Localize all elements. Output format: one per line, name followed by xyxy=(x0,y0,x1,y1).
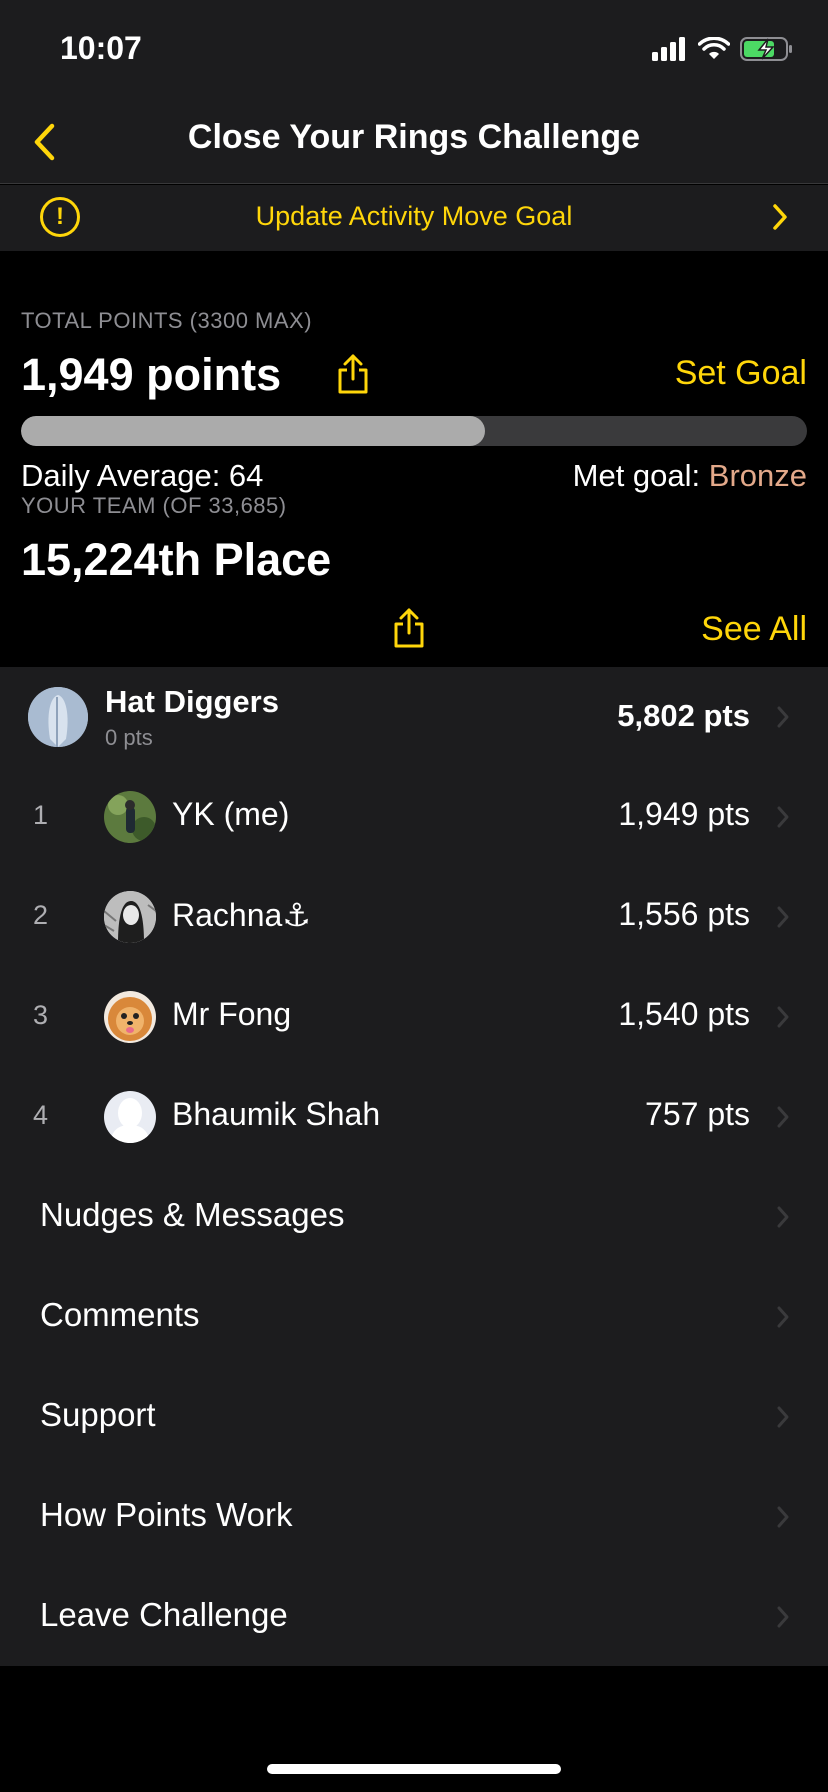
member-avatar xyxy=(104,991,156,1043)
member-rank: 4 xyxy=(33,1100,49,1130)
share-team-icon[interactable] xyxy=(392,607,426,649)
menu-item-nudges-messages[interactable]: Nudges & Messages xyxy=(0,1167,828,1267)
navigation-bar: Close Your Rings Challenge xyxy=(0,100,828,184)
menu-item-how-points-work[interactable]: How Points Work xyxy=(0,1467,828,1567)
points-progress-fill xyxy=(21,416,485,446)
menu-item-label: Nudges & Messages xyxy=(40,1196,345,1233)
menu-item-label: How Points Work xyxy=(40,1496,293,1533)
chevron-right-icon xyxy=(777,1106,789,1128)
team-row[interactable]: Hat Diggers 0 pts 5,802 pts xyxy=(0,667,828,767)
team-avatar xyxy=(28,687,88,747)
chevron-right-icon xyxy=(777,1006,789,1028)
member-row[interactable]: 2 Rachna⚓︎ 1,556 pts xyxy=(0,867,828,967)
points-section: TOTAL POINTS (3300 MAX) 1,949 points Set… xyxy=(0,251,828,667)
member-avatar-image xyxy=(104,991,156,1043)
chevron-right-icon xyxy=(777,1306,789,1328)
member-avatar-image xyxy=(104,791,156,843)
team-avatar-image xyxy=(28,687,88,747)
team-place: 15,224th Place xyxy=(21,534,332,585)
team-points: 5,802 pts xyxy=(617,698,750,733)
member-row[interactable]: 1 YK (me) 1,949 pts xyxy=(0,767,828,867)
member-avatar xyxy=(104,891,156,943)
member-avatar-image xyxy=(104,891,156,943)
see-all-button[interactable]: See All xyxy=(701,610,807,649)
member-name: Bhaumik Shah xyxy=(172,1096,381,1132)
member-row[interactable]: 4 Bhaumik Shah 757 pts xyxy=(0,1067,828,1167)
chevron-right-icon xyxy=(777,1606,789,1628)
total-points-label: TOTAL POINTS (3300 MAX) xyxy=(21,308,313,333)
member-rank: 2 xyxy=(33,900,49,930)
your-team-label: YOUR TEAM (OF 33,685) xyxy=(21,493,287,518)
member-avatar-image xyxy=(104,1091,156,1143)
member-name: Mr Fong xyxy=(172,996,292,1032)
battery-charging-icon xyxy=(740,37,792,61)
menu-item-label: Support xyxy=(40,1396,156,1433)
status-time: 10:07 xyxy=(60,30,142,66)
menu-item-comments[interactable]: Comments xyxy=(0,1267,828,1367)
menu-item-label: Comments xyxy=(40,1296,200,1333)
member-rank: 1 xyxy=(33,800,49,830)
alert-text: Update Activity Move Goal xyxy=(255,201,573,231)
chevron-right-icon xyxy=(777,1206,789,1228)
team-subtitle: 0 pts xyxy=(105,725,153,750)
menu-item-support[interactable]: Support xyxy=(0,1367,828,1467)
member-row[interactable]: 3 Mr Fong 1,540 pts xyxy=(0,967,828,1067)
status-bar: 10:07 xyxy=(0,0,828,100)
total-points-value: 1,949 points xyxy=(21,349,282,400)
team-name: Hat Diggers xyxy=(105,684,279,719)
member-avatar xyxy=(104,1091,156,1143)
share-points-icon[interactable] xyxy=(336,353,370,395)
wifi-icon xyxy=(698,37,730,59)
member-points: 1,540 pts xyxy=(618,996,750,1032)
home-indicator[interactable] xyxy=(267,1764,561,1774)
daily-average: Daily Average: 64 xyxy=(21,458,264,493)
menu-item-leave-challenge[interactable]: Leave Challenge xyxy=(0,1567,828,1667)
met-goal-label: Met goal: xyxy=(572,458,709,493)
team-list: Hat Diggers 0 pts 5,802 pts 1 YK (me) 1,… xyxy=(0,667,828,1666)
member-points: 1,556 pts xyxy=(618,896,750,932)
points-progress-bar xyxy=(21,416,807,446)
status-icons xyxy=(652,36,794,62)
met-goal-value: Bronze xyxy=(708,458,807,493)
member-rank: 3 xyxy=(33,1000,49,1030)
chevron-right-icon xyxy=(773,204,787,230)
menu-item-label: Leave Challenge xyxy=(40,1596,288,1633)
chevron-right-icon xyxy=(777,906,789,928)
member-avatar xyxy=(104,791,156,843)
member-points: 757 pts xyxy=(645,1096,750,1132)
set-goal-button[interactable]: Set Goal xyxy=(675,354,807,393)
update-move-goal-banner[interactable]: ! Update Activity Move Goal xyxy=(0,185,828,251)
chevron-right-icon xyxy=(777,706,789,728)
cellular-signal-icon xyxy=(652,37,685,61)
member-points: 1,949 pts xyxy=(618,796,750,832)
member-name: Rachna⚓︎ xyxy=(172,897,311,933)
member-name: YK (me) xyxy=(172,796,290,832)
met-goal: Met goal: Bronze xyxy=(573,458,807,494)
page-title: Close Your Rings Challenge xyxy=(187,118,641,156)
chevron-right-icon xyxy=(777,1406,789,1428)
chevron-right-icon xyxy=(777,806,789,828)
chevron-right-icon xyxy=(777,1506,789,1528)
